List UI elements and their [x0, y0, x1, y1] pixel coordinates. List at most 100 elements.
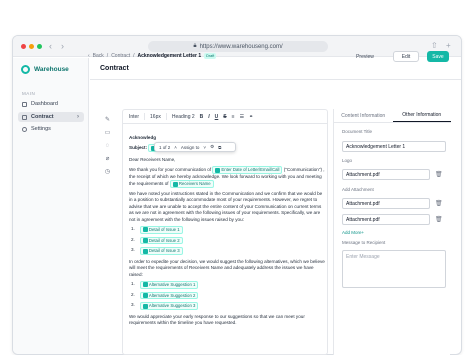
pen-icon[interactable]: ✎	[104, 117, 111, 124]
properties-panel: Content Information Other Information Do…	[333, 109, 451, 355]
list-item: 3. Detail of Issue 3	[129, 247, 325, 255]
suggestion-field[interactable]: Alternative Suggestion 3	[139, 302, 199, 310]
heading-select[interactable]: Heading 2	[172, 114, 195, 120]
chevron-right-icon[interactable]: ›	[61, 40, 64, 52]
breadcrumb-parent[interactable]: Contract	[111, 53, 130, 59]
sidebar-item-settings[interactable]: Settings	[18, 124, 84, 134]
save-button[interactable]: Save	[427, 51, 449, 62]
document-body[interactable]: Acknowledg Subject: Enter Subject Matter…	[129, 126, 325, 329]
list-number: 2.	[131, 291, 135, 297]
logo-label: Logo	[342, 158, 353, 163]
preview-button[interactable]: Preview	[352, 51, 378, 62]
breadcrumb-current: Acknowledgement Letter 1	[137, 53, 202, 59]
field-tag-icon	[142, 282, 148, 288]
link-icon[interactable]: ⚭	[249, 114, 253, 120]
align-left-icon[interactable]: ≡	[232, 114, 235, 120]
assign-dropdown[interactable]: Assign to	[181, 145, 200, 150]
underline-button[interactable]: U	[215, 114, 219, 120]
comment-icon[interactable]: ◌	[104, 143, 111, 150]
image-icon[interactable]: ▭	[104, 130, 111, 137]
bold-button[interactable]: B	[200, 114, 204, 120]
url-bar[interactable]: 🔒︎ https://www.warehouseng.com/	[148, 41, 328, 52]
minimize-window-dot[interactable]	[29, 44, 34, 49]
toolbar-divider	[144, 113, 146, 120]
issue-field[interactable]: Detail of Issue 2	[139, 236, 183, 245]
paragraph-2: We have noted your instructions stated i…	[129, 191, 323, 222]
receivers-name-field-text: Receivers Name	[178, 181, 211, 187]
paragraph-4: We would appreciate your early response …	[129, 313, 305, 326]
editor-toolbar: Inter 16px Heading 2 B I U S ≡ ☰ ⚭	[123, 110, 327, 124]
chevron-up-icon[interactable]: ˄	[174, 145, 177, 150]
field-tag-icon	[142, 292, 148, 298]
list-item: 3. Alternative Suggestion 3	[129, 302, 325, 310]
logo-attachment[interactable]: Attachment.pdf	[342, 169, 430, 180]
sidebar-item-contract[interactable]: Contract ›	[18, 112, 84, 122]
chevron-down-icon[interactable]: ˅	[203, 145, 206, 150]
chevron-left-icon[interactable]: ‹	[49, 40, 52, 52]
edit-button[interactable]: Edit	[393, 51, 419, 62]
italic-button[interactable]: I	[208, 114, 209, 120]
list-item: 2. Detail of Issue 2	[129, 236, 325, 245]
back-link[interactable]: Back	[93, 53, 104, 59]
settings-icon[interactable]: ⚙	[210, 144, 214, 150]
back-arrow-icon[interactable]: ‹	[88, 53, 90, 59]
suggestion-field[interactable]: Alternative Suggestion 1	[139, 281, 199, 289]
font-size-select[interactable]: 16px	[150, 114, 161, 120]
issue-field[interactable]: Detail of Issue 1	[139, 226, 183, 234]
clip-icon[interactable]: ⌀	[104, 156, 111, 163]
list-icon[interactable]: ☰	[240, 114, 244, 120]
tab-other-information[interactable]: Other Information	[392, 109, 451, 122]
sidebar-item-label: Settings	[31, 126, 51, 132]
strikethrough-button[interactable]: S	[223, 114, 226, 120]
attachment-item[interactable]: Attachment.pdf	[342, 214, 430, 225]
document-title-label: Document Title	[342, 129, 373, 134]
toolbar-divider	[165, 113, 167, 120]
match-count: 1 of 2	[159, 144, 171, 150]
paragraph-1: We thank you for your communication of E…	[129, 166, 325, 188]
brand-name: Warehouse	[34, 66, 69, 73]
field-popover: 1 of 2 ˄ Assign to ˅ ⚙ ⧉	[154, 142, 236, 152]
add-more-link[interactable]: Add More+	[342, 230, 364, 235]
field-tag-icon	[215, 167, 221, 173]
field-tag-icon	[142, 303, 148, 309]
list-number: 3.	[131, 302, 135, 308]
message-textarea[interactable]: Enter Message	[342, 250, 446, 288]
greeting: Dear Receivers Name,	[129, 157, 176, 162]
tab-content-information[interactable]: Content Information	[334, 109, 393, 122]
field-tag-icon	[172, 181, 178, 187]
trash-icon[interactable]: 🗑︎	[435, 171, 443, 179]
date-field[interactable]: Enter Date of Letter/Email/Call	[212, 166, 283, 174]
issue-field-text: Detail of Issue 3	[148, 248, 180, 254]
attachment-item[interactable]: Attachment.pdf	[342, 198, 430, 209]
trash-icon[interactable]: 🗑︎	[435, 200, 443, 208]
brand-logo[interactable]: Warehouse	[21, 65, 69, 74]
field-tag-icon	[142, 227, 148, 233]
suggestions-list: 1. Alternative Suggestion 1 2. Alternati…	[129, 281, 325, 310]
acknowledgement-heading: Acknowledg	[129, 135, 157, 140]
maximize-window-dot[interactable]	[37, 44, 42, 49]
sidebar-item-dashboard[interactable]: Dashboard	[18, 99, 84, 109]
message-label: Message to Recipient	[342, 240, 386, 245]
copy-icon[interactable]: ⧉	[218, 145, 221, 150]
sidebar-section-label: MAIN	[22, 91, 36, 96]
grid-icon	[22, 101, 27, 107]
trash-icon[interactable]: 🗑︎	[435, 216, 443, 224]
subject-label: Subject:	[129, 145, 148, 151]
issue-field-text: Detail of Issue 1	[148, 227, 180, 233]
list-item: 1. Alternative Suggestion 1	[129, 281, 325, 289]
paragraph-1-text-a: We thank you for your communication of	[129, 167, 212, 173]
suggestion-field-text: Alternative Suggestion 2	[148, 292, 196, 298]
font-select[interactable]: Inter	[129, 114, 139, 120]
date-field-text: Enter Date of Letter/Email/Call	[221, 167, 280, 173]
history-icon[interactable]: ◷	[104, 169, 111, 176]
new-tab-icon[interactable]: +	[446, 41, 451, 51]
document-title-input[interactable]: Acknowledgement Letter 1	[342, 141, 446, 152]
receivers-name-field[interactable]: Receivers Name	[169, 180, 214, 188]
issue-field[interactable]: Detail of Issue 3	[139, 247, 183, 255]
suggestion-field[interactable]: Alternative Suggestion 2	[139, 291, 199, 300]
list-item: 2. Alternative Suggestion 2	[129, 291, 325, 300]
breadcrumb-separator: /	[106, 53, 109, 59]
close-window-dot[interactable]	[21, 44, 26, 49]
issue-field-text: Detail of Issue 2	[148, 237, 180, 243]
share-icon[interactable]: ⇧	[431, 41, 438, 51]
